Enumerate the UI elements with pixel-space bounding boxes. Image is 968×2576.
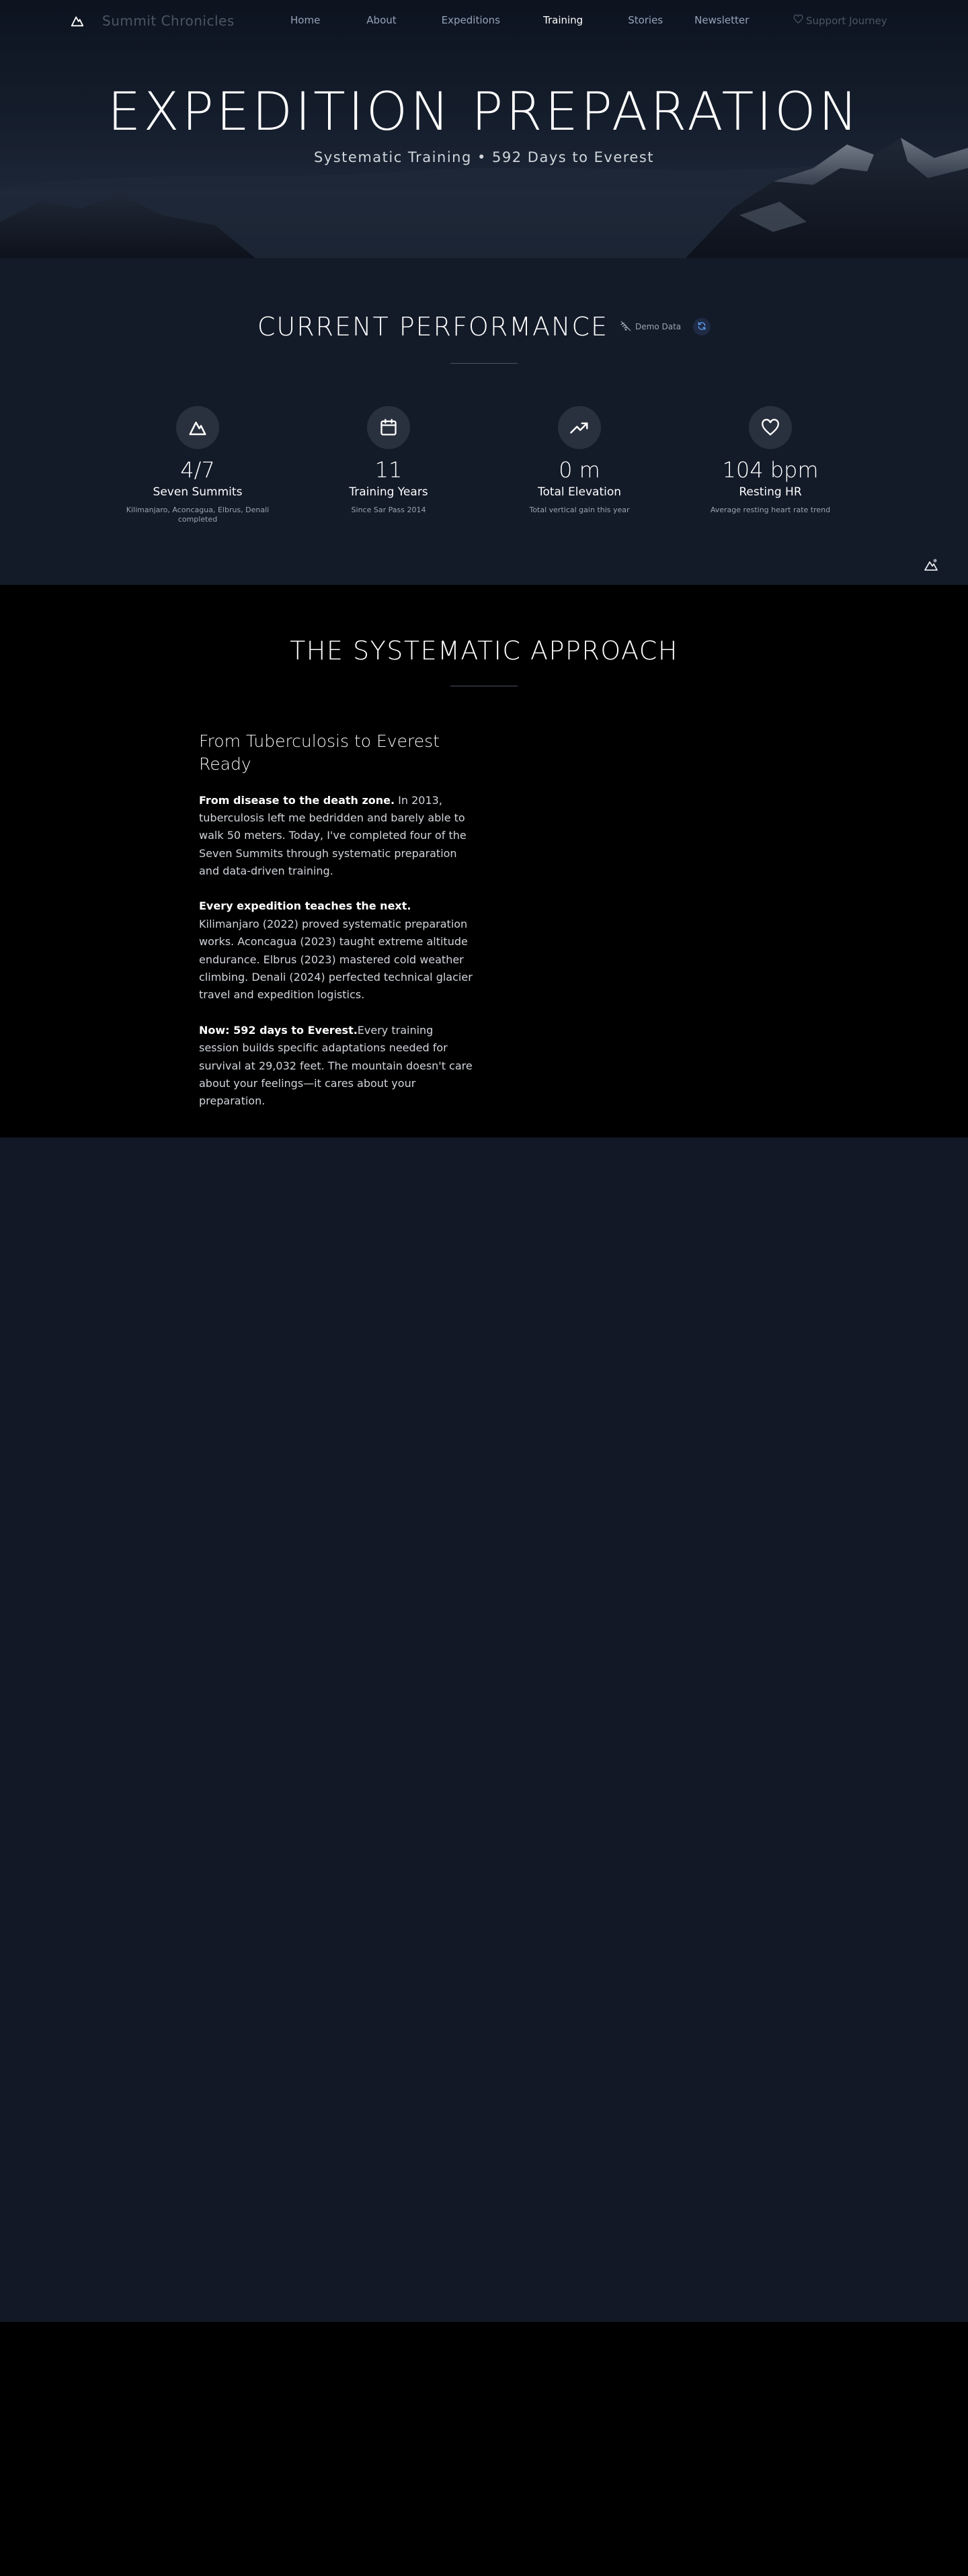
demo-data-badge: Demo Data xyxy=(620,321,681,333)
demo-data-label: Demo Data xyxy=(635,322,682,331)
nav-link-about[interactable]: About xyxy=(366,14,396,26)
paragraph-lead: Every expedition teaches the next. xyxy=(199,899,411,913)
approach-paragraph: Now: 592 days to Everest.Every training … xyxy=(199,1022,475,1111)
stat-description: Average resting heart rate trend xyxy=(710,506,831,514)
paragraph-lead: Now: 592 days to Everest. xyxy=(199,1023,358,1037)
approach-heading: From Tuberculosis to Everest Ready xyxy=(199,731,440,774)
paragraph-text: Kilimanjaro (2022) proved systematic pre… xyxy=(199,917,473,1002)
stat-value: 4/7 xyxy=(180,457,215,483)
nav-links: Home About Expeditions Training Stories … xyxy=(269,14,749,26)
stat-description: Since Sar Pass 2014 xyxy=(351,506,426,514)
stat-label: Seven Summits xyxy=(153,485,243,499)
wifi-off-icon xyxy=(620,321,631,333)
section-title: CURRENT PERFORMANCE xyxy=(257,312,608,341)
stat-card-seven-summits: 4/7 Seven Summits Kilimanjaro, Aconcagua… xyxy=(102,406,293,525)
stat-card-total-elevation: 0 m Total Elevation Total vertical gain … xyxy=(484,406,675,525)
stat-value: 11 xyxy=(374,457,403,483)
floating-summit-button[interactable] xyxy=(921,556,941,576)
stat-label: Training Years xyxy=(349,485,428,499)
approach-paragraph: Every expedition teaches the next. Kilim… xyxy=(199,897,475,1004)
mountain-icon xyxy=(923,557,939,575)
lower-content-section xyxy=(0,1137,968,2322)
mountain-icon xyxy=(176,406,219,449)
heart-icon xyxy=(749,406,792,449)
stat-label: Total Elevation xyxy=(537,485,622,499)
support-journey-link[interactable]: Support Journey xyxy=(793,14,887,27)
support-journey-label: Support Journey xyxy=(806,14,887,27)
page-subtitle: Systematic Training • 592 Days to Everes… xyxy=(313,149,655,165)
calendar-icon xyxy=(367,406,410,449)
stat-value: 104 bpm xyxy=(722,457,819,483)
footer-area xyxy=(0,2322,968,2576)
stat-label: Resting HR xyxy=(739,485,802,499)
stat-description: Kilimanjaro, Aconcagua, Elbrus, Denali c… xyxy=(126,506,270,524)
approach-paragraph: From disease to the death zone. In 2013,… xyxy=(199,792,475,881)
approach-section: THE SYSTEMATIC APPROACH From Tuberculosi… xyxy=(0,585,968,1137)
trending-up-icon xyxy=(558,406,601,449)
brand-name[interactable]: Summit Chronicles xyxy=(102,13,235,29)
stat-card-resting-hr: 104 bpm Resting HR Average resting heart… xyxy=(675,406,866,525)
stat-value: 0 m xyxy=(559,457,600,483)
refresh-button[interactable] xyxy=(693,318,711,335)
nav-link-newsletter[interactable]: Newsletter xyxy=(694,14,749,26)
top-navigation: Summit Chronicles Home About Expeditions… xyxy=(0,0,968,43)
mountain-icon[interactable] xyxy=(70,13,85,28)
stat-card-training-years: 11 Training Years Since Sar Pass 2014 xyxy=(293,406,484,525)
heart-icon xyxy=(793,14,803,27)
nav-link-home[interactable]: Home xyxy=(290,14,320,26)
performance-section: CURRENT PERFORMANCE Demo Data 4/7 Seven … xyxy=(0,258,968,585)
performance-header: CURRENT PERFORMANCE Demo Data xyxy=(0,312,968,341)
section-divider xyxy=(450,363,518,364)
nav-link-expeditions[interactable]: Expeditions xyxy=(442,14,500,26)
page-title: EXPEDITION PREPARATION xyxy=(108,82,860,143)
nav-link-stories[interactable]: Stories xyxy=(628,14,663,26)
refresh-icon xyxy=(697,321,707,333)
approach-content: From Tuberculosis to Everest Ready From … xyxy=(199,730,475,1111)
paragraph-lead: From disease to the death zone. xyxy=(199,793,395,807)
stats-grid: 4/7 Seven Summits Kilimanjaro, Aconcagua… xyxy=(102,406,866,525)
nav-link-training[interactable]: Training xyxy=(543,14,583,26)
stat-description: Total vertical gain this year xyxy=(529,506,630,514)
section-title: THE SYSTEMATIC APPROACH xyxy=(290,636,678,666)
